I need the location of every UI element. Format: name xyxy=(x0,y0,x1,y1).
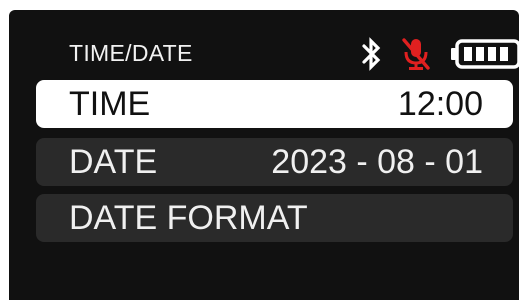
menu-item-date[interactable]: DATE 2023 - 08 - 01 xyxy=(36,138,513,186)
menu-item-label: DATE xyxy=(69,143,158,181)
menu-item-time[interactable]: TIME 12:00 xyxy=(36,80,513,128)
mic-muted-icon xyxy=(402,38,430,70)
menu-item-label: DATE FORMAT xyxy=(69,199,308,237)
menu-item-label: TIME xyxy=(69,85,151,123)
battery-icon xyxy=(451,39,521,69)
bluetooth-icon xyxy=(362,37,381,71)
menu-item-date-format[interactable]: DATE FORMAT xyxy=(36,194,513,242)
page-title: TIME/DATE xyxy=(69,40,193,66)
menu-item-value: 2023 - 08 - 01 xyxy=(271,143,483,181)
menu-item-value: 12:00 xyxy=(397,85,483,123)
